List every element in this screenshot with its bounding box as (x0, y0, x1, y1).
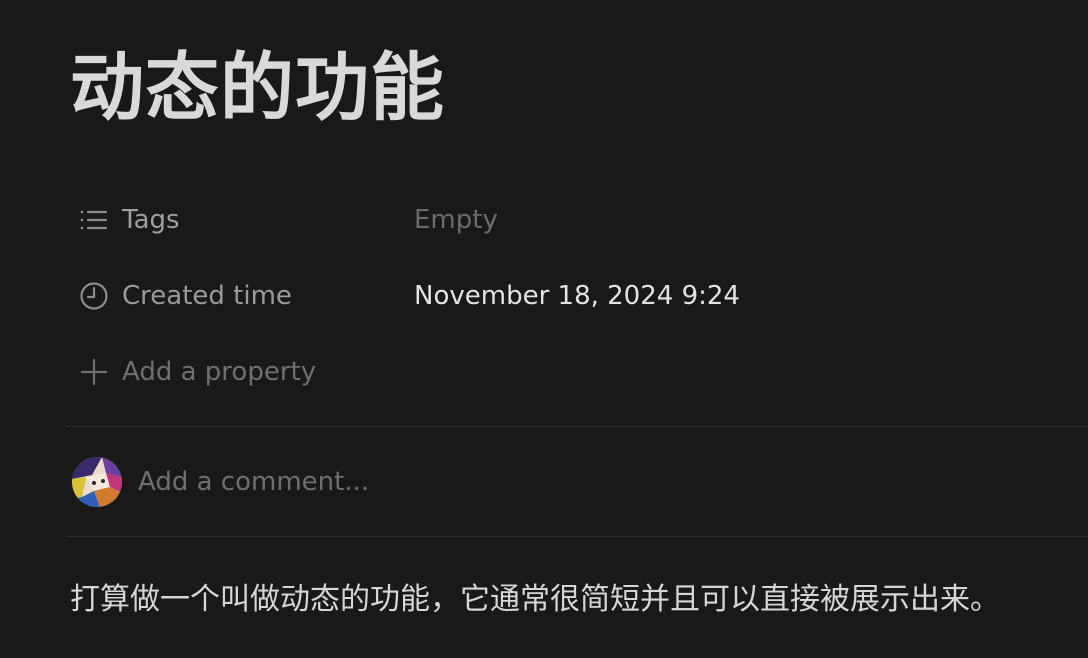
add-property-row: Add a property (66, 334, 1088, 410)
divider (66, 536, 1088, 537)
property-value-created-time[interactable]: November 18, 2024 9:24 (414, 274, 740, 318)
property-row-created-time: Created time November 18, 2024 9:24 (66, 258, 1088, 334)
property-label-tags[interactable]: Tags (66, 198, 414, 242)
property-label-text: Created time (122, 281, 292, 311)
add-property-button[interactable]: Add a property (66, 350, 414, 394)
comment-input[interactable] (138, 460, 938, 504)
list-icon (78, 204, 110, 236)
property-list: Tags Empty Created time November 18, 202… (66, 182, 1088, 410)
divider (66, 426, 1088, 427)
property-label-created-time[interactable]: Created time (66, 274, 414, 318)
notion-page: 动态的功能 Tags Empty Created time November 1… (0, 0, 1088, 658)
property-row-tags: Tags Empty (66, 182, 1088, 258)
comment-composer (72, 456, 1072, 508)
property-value-tags[interactable]: Empty (414, 198, 498, 242)
page-title[interactable]: 动态的功能 (70, 40, 445, 136)
plus-icon (78, 356, 110, 388)
clock-icon (78, 280, 110, 312)
property-label-text: Tags (122, 205, 180, 235)
add-property-label: Add a property (122, 357, 317, 387)
page-body-paragraph[interactable]: 打算做一个叫做动态的功能，它通常很简短并且可以直接被展示出来。 (70, 576, 1000, 624)
avatar[interactable] (72, 457, 122, 507)
